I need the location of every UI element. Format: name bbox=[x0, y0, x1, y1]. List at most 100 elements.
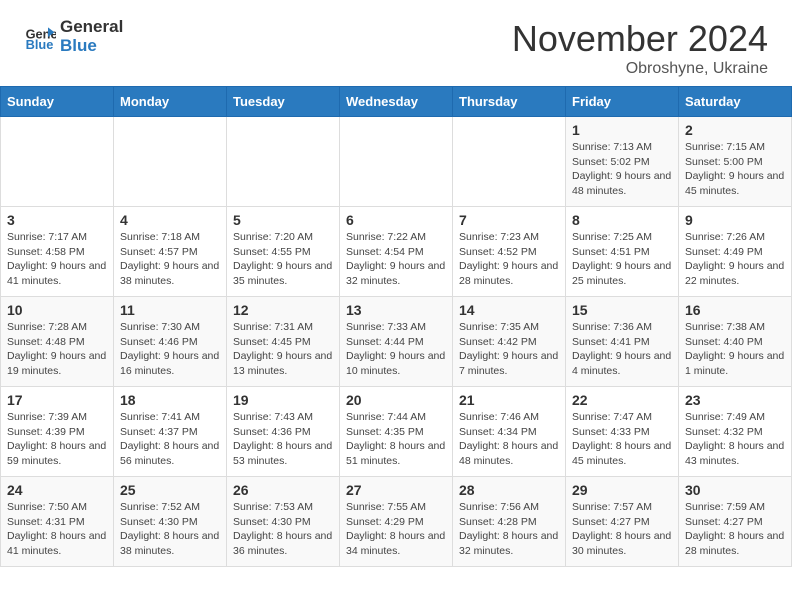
day-info: Sunrise: 7:44 AM Sunset: 4:35 PM Dayligh… bbox=[346, 410, 446, 469]
day-number: 16 bbox=[685, 302, 785, 318]
weekday-header-saturday: Saturday bbox=[679, 87, 792, 117]
weekday-header-monday: Monday bbox=[114, 87, 227, 117]
day-number: 22 bbox=[572, 392, 672, 408]
location-subtitle: Obroshyne, Ukraine bbox=[512, 60, 768, 78]
logo-blue-text: Blue bbox=[60, 37, 123, 56]
calendar-cell: 23 Sunrise: 7:49 AM Sunset: 4:32 PM Dayli… bbox=[679, 387, 792, 477]
day-number: 17 bbox=[7, 392, 107, 408]
day-info: Sunrise: 7:38 AM Sunset: 4:40 PM Dayligh… bbox=[685, 320, 785, 379]
day-info: Sunrise: 7:55 AM Sunset: 4:29 PM Dayligh… bbox=[346, 500, 446, 559]
calendar-cell: 13 Sunrise: 7:33 AM Sunset: 4:44 PM Dayli… bbox=[340, 297, 453, 387]
day-info: Sunrise: 7:43 AM Sunset: 4:36 PM Dayligh… bbox=[233, 410, 333, 469]
day-info: Sunrise: 7:39 AM Sunset: 4:39 PM Dayligh… bbox=[7, 410, 107, 469]
day-number: 25 bbox=[120, 482, 220, 498]
day-info: Sunrise: 7:49 AM Sunset: 4:32 PM Dayligh… bbox=[685, 410, 785, 469]
calendar-week-row: 1 Sunrise: 7:13 AM Sunset: 5:02 PM Daylig… bbox=[1, 117, 792, 207]
page-header: General Blue General Blue November 2024 … bbox=[0, 0, 792, 86]
day-info: Sunrise: 7:56 AM Sunset: 4:28 PM Dayligh… bbox=[459, 500, 559, 559]
day-number: 26 bbox=[233, 482, 333, 498]
day-number: 28 bbox=[459, 482, 559, 498]
calendar-cell: 22Sunrise: 7:47 AM Sunset: 4:33 PM Dayli… bbox=[566, 387, 679, 477]
day-number: 7 bbox=[459, 212, 559, 228]
day-info: Sunrise: 7:26 AM Sunset: 4:49 PM Dayligh… bbox=[685, 230, 785, 289]
day-number: 19 bbox=[233, 392, 333, 408]
calendar-cell bbox=[1, 117, 114, 207]
weekday-header-wednesday: Wednesday bbox=[340, 87, 453, 117]
calendar-cell bbox=[340, 117, 453, 207]
calendar-cell: 27 Sunrise: 7:55 AM Sunset: 4:29 PM Dayli… bbox=[340, 477, 453, 567]
calendar-week-row: 24 Sunrise: 7:50 AM Sunset: 4:31 PM Dayli… bbox=[1, 477, 792, 567]
day-number: 24 bbox=[7, 482, 107, 498]
calendar-week-row: 3 Sunrise: 7:17 AM Sunset: 4:58 PM Daylig… bbox=[1, 207, 792, 297]
calendar-cell: 24 Sunrise: 7:50 AM Sunset: 4:31 PM Dayli… bbox=[1, 477, 114, 567]
day-number: 3 bbox=[7, 212, 107, 228]
calendar-cell: 4Sunrise: 7:18 AM Sunset: 4:57 PM Daylig… bbox=[114, 207, 227, 297]
day-info: Sunrise: 7:15 AM Sunset: 5:00 PM Dayligh… bbox=[685, 140, 785, 199]
calendar-cell: 12Sunrise: 7:31 AM Sunset: 4:45 PM Dayli… bbox=[227, 297, 340, 387]
logo-general-text: General bbox=[60, 18, 123, 37]
day-info: Sunrise: 7:28 AM Sunset: 4:48 PM Dayligh… bbox=[7, 320, 107, 379]
day-info: Sunrise: 7:36 AM Sunset: 4:41 PM Dayligh… bbox=[572, 320, 672, 379]
day-number: 6 bbox=[346, 212, 446, 228]
day-info: Sunrise: 7:46 AM Sunset: 4:34 PM Dayligh… bbox=[459, 410, 559, 469]
calendar-body: 1 Sunrise: 7:13 AM Sunset: 5:02 PM Daylig… bbox=[1, 117, 792, 567]
day-number: 29 bbox=[572, 482, 672, 498]
day-number: 11 bbox=[120, 302, 220, 318]
calendar-cell: 26 Sunrise: 7:53 AM Sunset: 4:30 PM Dayli… bbox=[227, 477, 340, 567]
calendar-cell: 1 Sunrise: 7:13 AM Sunset: 5:02 PM Daylig… bbox=[566, 117, 679, 207]
calendar-cell: 2 Sunrise: 7:15 AM Sunset: 5:00 PM Daylig… bbox=[679, 117, 792, 207]
calendar-cell: 18 Sunrise: 7:41 AM Sunset: 4:37 PM Dayli… bbox=[114, 387, 227, 477]
calendar-cell: 10Sunrise: 7:28 AM Sunset: 4:48 PM Dayli… bbox=[1, 297, 114, 387]
day-number: 27 bbox=[346, 482, 446, 498]
day-info: Sunrise: 7:13 AM Sunset: 5:02 PM Dayligh… bbox=[572, 140, 672, 199]
day-info: Sunrise: 7:22 AM Sunset: 4:54 PM Dayligh… bbox=[346, 230, 446, 289]
weekday-header-sunday: Sunday bbox=[1, 87, 114, 117]
weekday-header-tuesday: Tuesday bbox=[227, 87, 340, 117]
day-number: 8 bbox=[572, 212, 672, 228]
weekday-header-thursday: Thursday bbox=[453, 87, 566, 117]
day-info: Sunrise: 7:31 AM Sunset: 4:45 PM Dayligh… bbox=[233, 320, 333, 379]
calendar-cell: 8Sunrise: 7:25 AM Sunset: 4:51 PM Daylig… bbox=[566, 207, 679, 297]
day-number: 1 bbox=[572, 122, 672, 138]
day-info: Sunrise: 7:41 AM Sunset: 4:37 PM Dayligh… bbox=[120, 410, 220, 469]
day-number: 13 bbox=[346, 302, 446, 318]
day-number: 23 bbox=[685, 392, 785, 408]
month-title: November 2024 bbox=[512, 18, 768, 60]
calendar-cell: 16 Sunrise: 7:38 AM Sunset: 4:40 PM Dayli… bbox=[679, 297, 792, 387]
calendar-cell bbox=[114, 117, 227, 207]
calendar-cell: 9 Sunrise: 7:26 AM Sunset: 4:49 PM Daylig… bbox=[679, 207, 792, 297]
day-info: Sunrise: 7:33 AM Sunset: 4:44 PM Dayligh… bbox=[346, 320, 446, 379]
day-info: Sunrise: 7:23 AM Sunset: 4:52 PM Dayligh… bbox=[459, 230, 559, 289]
calendar-header: SundayMondayTuesdayWednesdayThursdayFrid… bbox=[1, 87, 792, 117]
day-info: Sunrise: 7:17 AM Sunset: 4:58 PM Dayligh… bbox=[7, 230, 107, 289]
calendar-week-row: 17 Sunrise: 7:39 AM Sunset: 4:39 PM Dayli… bbox=[1, 387, 792, 477]
calendar-cell: 19 Sunrise: 7:43 AM Sunset: 4:36 PM Dayli… bbox=[227, 387, 340, 477]
calendar-cell: 5Sunrise: 7:20 AM Sunset: 4:55 PM Daylig… bbox=[227, 207, 340, 297]
title-block: November 2024 Obroshyne, Ukraine bbox=[512, 18, 768, 78]
calendar-cell bbox=[227, 117, 340, 207]
calendar-cell bbox=[453, 117, 566, 207]
day-number: 2 bbox=[685, 122, 785, 138]
svg-text:Blue: Blue bbox=[26, 37, 54, 52]
day-number: 18 bbox=[120, 392, 220, 408]
calendar-cell: 25Sunrise: 7:52 AM Sunset: 4:30 PM Dayli… bbox=[114, 477, 227, 567]
day-info: Sunrise: 7:59 AM Sunset: 4:27 PM Dayligh… bbox=[685, 500, 785, 559]
day-number: 21 bbox=[459, 392, 559, 408]
day-number: 9 bbox=[685, 212, 785, 228]
calendar-cell: 3 Sunrise: 7:17 AM Sunset: 4:58 PM Daylig… bbox=[1, 207, 114, 297]
calendar-cell: 20Sunrise: 7:44 AM Sunset: 4:35 PM Dayli… bbox=[340, 387, 453, 477]
calendar-cell: 29Sunrise: 7:57 AM Sunset: 4:27 PM Dayli… bbox=[566, 477, 679, 567]
calendar-cell: 7 Sunrise: 7:23 AM Sunset: 4:52 PM Daylig… bbox=[453, 207, 566, 297]
day-info: Sunrise: 7:35 AM Sunset: 4:42 PM Dayligh… bbox=[459, 320, 559, 379]
day-number: 14 bbox=[459, 302, 559, 318]
calendar-cell: 17 Sunrise: 7:39 AM Sunset: 4:39 PM Dayli… bbox=[1, 387, 114, 477]
weekday-header-friday: Friday bbox=[566, 87, 679, 117]
calendar-cell: 15Sunrise: 7:36 AM Sunset: 4:41 PM Dayli… bbox=[566, 297, 679, 387]
calendar-cell: 6 Sunrise: 7:22 AM Sunset: 4:54 PM Daylig… bbox=[340, 207, 453, 297]
day-info: Sunrise: 7:53 AM Sunset: 4:30 PM Dayligh… bbox=[233, 500, 333, 559]
calendar-cell: 30Sunrise: 7:59 AM Sunset: 4:27 PM Dayli… bbox=[679, 477, 792, 567]
day-info: Sunrise: 7:18 AM Sunset: 4:57 PM Dayligh… bbox=[120, 230, 220, 289]
day-info: Sunrise: 7:50 AM Sunset: 4:31 PM Dayligh… bbox=[7, 500, 107, 559]
logo: General Blue General Blue bbox=[24, 18, 123, 55]
logo-icon: General Blue bbox=[24, 21, 56, 53]
